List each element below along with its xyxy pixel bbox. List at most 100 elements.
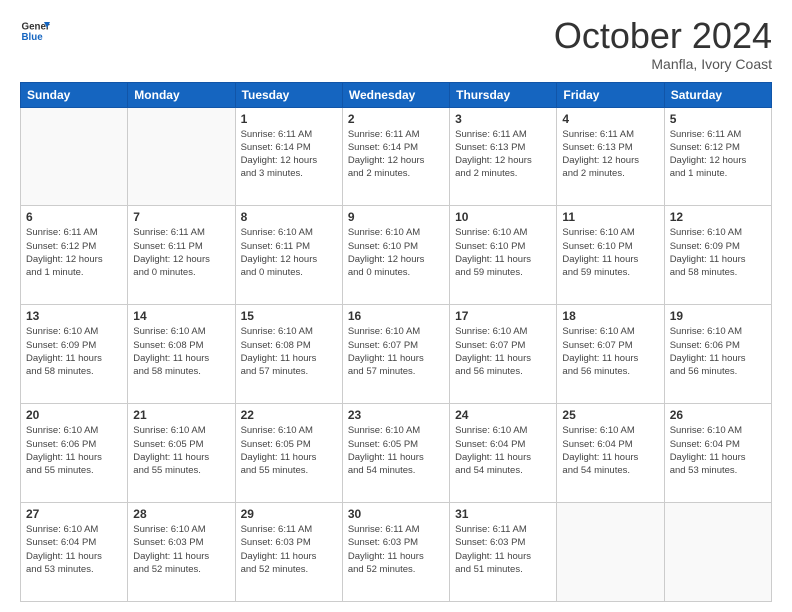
calendar-cell: 5 Sunrise: 6:11 AM Sunset: 6:12 PM Daylig…: [664, 107, 771, 206]
day-number: 1: [241, 112, 337, 126]
day-number: 28: [133, 507, 229, 521]
day-info: Sunrise: 6:10 AM Sunset: 6:05 PM Dayligh…: [133, 424, 229, 477]
day-number: 20: [26, 408, 122, 422]
day-number: 12: [670, 210, 766, 224]
day-info: Sunrise: 6:11 AM Sunset: 6:12 PM Dayligh…: [26, 226, 122, 279]
day-number: 5: [670, 112, 766, 126]
day-info: Sunrise: 6:10 AM Sunset: 6:11 PM Dayligh…: [241, 226, 337, 279]
day-info: Sunrise: 6:10 AM Sunset: 6:07 PM Dayligh…: [455, 325, 551, 378]
calendar-cell: [128, 107, 235, 206]
day-number: 15: [241, 309, 337, 323]
day-number: 24: [455, 408, 551, 422]
day-info: Sunrise: 6:11 AM Sunset: 6:12 PM Dayligh…: [670, 128, 766, 181]
day-number: 31: [455, 507, 551, 521]
day-info: Sunrise: 6:10 AM Sunset: 6:06 PM Dayligh…: [670, 325, 766, 378]
calendar-cell: 6 Sunrise: 6:11 AM Sunset: 6:12 PM Daylig…: [21, 206, 128, 305]
week-row-1: 6 Sunrise: 6:11 AM Sunset: 6:12 PM Daylig…: [21, 206, 772, 305]
logo: General Blue: [20, 16, 50, 46]
calendar-cell: [21, 107, 128, 206]
calendar-cell: 21 Sunrise: 6:10 AM Sunset: 6:05 PM Dayli…: [128, 404, 235, 503]
day-info: Sunrise: 6:10 AM Sunset: 6:04 PM Dayligh…: [26, 523, 122, 576]
day-info: Sunrise: 6:10 AM Sunset: 6:08 PM Dayligh…: [241, 325, 337, 378]
day-number: 21: [133, 408, 229, 422]
day-number: 8: [241, 210, 337, 224]
day-info: Sunrise: 6:10 AM Sunset: 6:09 PM Dayligh…: [26, 325, 122, 378]
day-info: Sunrise: 6:10 AM Sunset: 6:07 PM Dayligh…: [348, 325, 444, 378]
weekday-header-wednesday: Wednesday: [342, 82, 449, 107]
day-info: Sunrise: 6:10 AM Sunset: 6:05 PM Dayligh…: [348, 424, 444, 477]
week-row-2: 13 Sunrise: 6:10 AM Sunset: 6:09 PM Dayli…: [21, 305, 772, 404]
day-number: 6: [26, 210, 122, 224]
calendar-cell: 3 Sunrise: 6:11 AM Sunset: 6:13 PM Daylig…: [450, 107, 557, 206]
calendar-cell: 30Sunrise: 6:11 AM Sunset: 6:03 PM Dayli…: [342, 503, 449, 602]
day-number: 10: [455, 210, 551, 224]
calendar-cell: 8 Sunrise: 6:10 AM Sunset: 6:11 PM Daylig…: [235, 206, 342, 305]
calendar-cell: 13 Sunrise: 6:10 AM Sunset: 6:09 PM Dayli…: [21, 305, 128, 404]
day-info: Sunrise: 6:11 AM Sunset: 6:13 PM Dayligh…: [562, 128, 658, 181]
day-number: 16: [348, 309, 444, 323]
week-row-4: 27 Sunrise: 6:10 AM Sunset: 6:04 PM Dayli…: [21, 503, 772, 602]
day-info: Sunrise: 6:10 AM Sunset: 6:08 PM Dayligh…: [133, 325, 229, 378]
day-number: 25: [562, 408, 658, 422]
logo-icon: General Blue: [20, 16, 50, 46]
day-info: Sunrise: 6:11 AM Sunset: 6:14 PM Dayligh…: [241, 128, 337, 181]
calendar-cell: 28 Sunrise: 6:10 AM Sunset: 6:03 PM Dayli…: [128, 503, 235, 602]
page: General Blue October 2024 Manfla, Ivory …: [0, 0, 792, 612]
day-info: Sunrise: 6:10 AM Sunset: 6:05 PM Dayligh…: [241, 424, 337, 477]
calendar-cell: 20Sunrise: 6:10 AM Sunset: 6:06 PM Dayli…: [21, 404, 128, 503]
calendar-cell: 12Sunrise: 6:10 AM Sunset: 6:09 PM Dayli…: [664, 206, 771, 305]
day-info: Sunrise: 6:10 AM Sunset: 6:03 PM Dayligh…: [133, 523, 229, 576]
day-number: 22: [241, 408, 337, 422]
calendar-cell: 10Sunrise: 6:10 AM Sunset: 6:10 PM Dayli…: [450, 206, 557, 305]
calendar-cell: 11Sunrise: 6:10 AM Sunset: 6:10 PM Dayli…: [557, 206, 664, 305]
weekday-header-sunday: Sunday: [21, 82, 128, 107]
month-title: October 2024: [554, 16, 772, 56]
calendar-cell: 4 Sunrise: 6:11 AM Sunset: 6:13 PM Daylig…: [557, 107, 664, 206]
calendar-cell: [557, 503, 664, 602]
calendar-cell: 1 Sunrise: 6:11 AM Sunset: 6:14 PM Daylig…: [235, 107, 342, 206]
day-number: 19: [670, 309, 766, 323]
calendar-table: SundayMondayTuesdayWednesdayThursdayFrid…: [20, 82, 772, 602]
day-info: Sunrise: 6:11 AM Sunset: 6:03 PM Dayligh…: [348, 523, 444, 576]
calendar-cell: 18Sunrise: 6:10 AM Sunset: 6:07 PM Dayli…: [557, 305, 664, 404]
day-number: 13: [26, 309, 122, 323]
calendar-cell: [664, 503, 771, 602]
svg-text:Blue: Blue: [22, 32, 44, 43]
calendar-cell: 29 Sunrise: 6:11 AM Sunset: 6:03 PM Dayli…: [235, 503, 342, 602]
calendar-cell: 24Sunrise: 6:10 AM Sunset: 6:04 PM Dayli…: [450, 404, 557, 503]
day-info: Sunrise: 6:11 AM Sunset: 6:03 PM Dayligh…: [455, 523, 551, 576]
weekday-header-friday: Friday: [557, 82, 664, 107]
day-number: 26: [670, 408, 766, 422]
calendar-cell: 15 Sunrise: 6:10 AM Sunset: 6:08 PM Dayli…: [235, 305, 342, 404]
calendar-cell: 14Sunrise: 6:10 AM Sunset: 6:08 PM Dayli…: [128, 305, 235, 404]
weekday-header-monday: Monday: [128, 82, 235, 107]
calendar-cell: 26 Sunrise: 6:10 AM Sunset: 6:04 PM Dayli…: [664, 404, 771, 503]
day-number: 3: [455, 112, 551, 126]
calendar-cell: 7Sunrise: 6:11 AM Sunset: 6:11 PM Daylig…: [128, 206, 235, 305]
day-info: Sunrise: 6:10 AM Sunset: 6:04 PM Dayligh…: [670, 424, 766, 477]
calendar-cell: 17 Sunrise: 6:10 AM Sunset: 6:07 PM Dayli…: [450, 305, 557, 404]
day-info: Sunrise: 6:10 AM Sunset: 6:10 PM Dayligh…: [562, 226, 658, 279]
calendar-cell: 23 Sunrise: 6:10 AM Sunset: 6:05 PM Dayli…: [342, 404, 449, 503]
day-info: Sunrise: 6:10 AM Sunset: 6:04 PM Dayligh…: [562, 424, 658, 477]
calendar-cell: 16 Sunrise: 6:10 AM Sunset: 6:07 PM Dayli…: [342, 305, 449, 404]
day-info: Sunrise: 6:11 AM Sunset: 6:13 PM Dayligh…: [455, 128, 551, 181]
week-row-3: 20Sunrise: 6:10 AM Sunset: 6:06 PM Dayli…: [21, 404, 772, 503]
calendar-cell: 19 Sunrise: 6:10 AM Sunset: 6:06 PM Dayli…: [664, 305, 771, 404]
day-number: 17: [455, 309, 551, 323]
week-row-0: 1 Sunrise: 6:11 AM Sunset: 6:14 PM Daylig…: [21, 107, 772, 206]
day-info: Sunrise: 6:11 AM Sunset: 6:11 PM Dayligh…: [133, 226, 229, 279]
day-number: 4: [562, 112, 658, 126]
day-number: 29: [241, 507, 337, 521]
calendar-cell: 2Sunrise: 6:11 AM Sunset: 6:14 PM Daylig…: [342, 107, 449, 206]
day-number: 27: [26, 507, 122, 521]
weekday-header-saturday: Saturday: [664, 82, 771, 107]
day-info: Sunrise: 6:10 AM Sunset: 6:07 PM Dayligh…: [562, 325, 658, 378]
day-info: Sunrise: 6:10 AM Sunset: 6:10 PM Dayligh…: [348, 226, 444, 279]
calendar-cell: 31 Sunrise: 6:11 AM Sunset: 6:03 PM Dayli…: [450, 503, 557, 602]
weekday-header-tuesday: Tuesday: [235, 82, 342, 107]
location-subtitle: Manfla, Ivory Coast: [554, 56, 772, 72]
day-number: 23: [348, 408, 444, 422]
calendar-cell: 22 Sunrise: 6:10 AM Sunset: 6:05 PM Dayli…: [235, 404, 342, 503]
day-info: Sunrise: 6:11 AM Sunset: 6:03 PM Dayligh…: [241, 523, 337, 576]
